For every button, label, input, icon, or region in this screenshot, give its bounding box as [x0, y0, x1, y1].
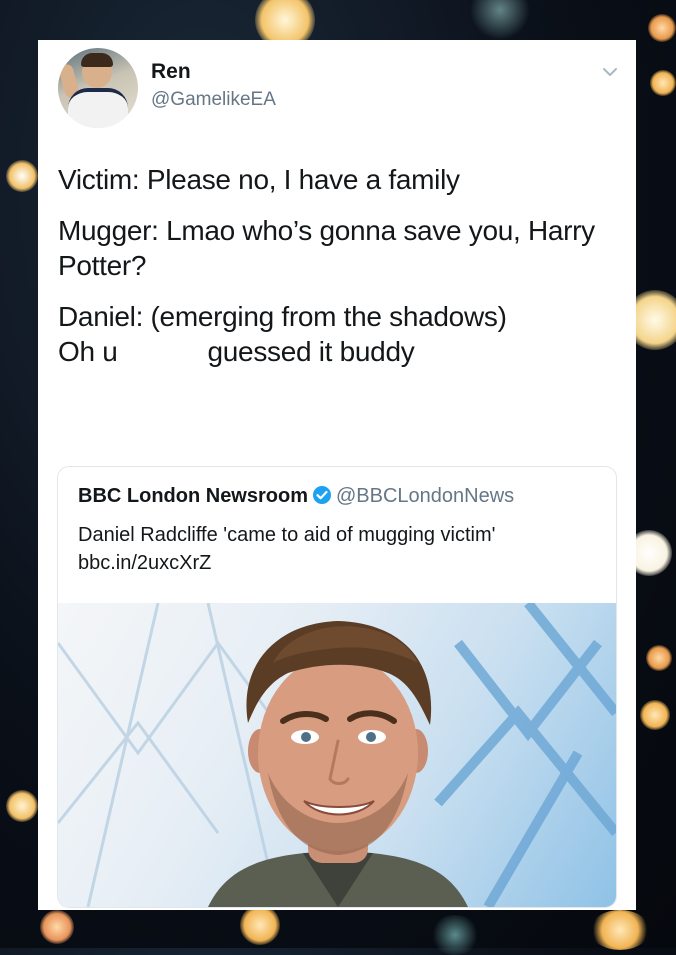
bokeh-light	[590, 910, 650, 950]
tweet-text: Victim: Please no, I have a family Mugge…	[58, 162, 623, 385]
quoted-tweet[interactable]: BBC London Newsroom @BBCLondonNews Danie…	[57, 466, 617, 908]
bokeh-light	[430, 915, 480, 955]
quoted-tweet-header: BBC London Newsroom @BBCLondonNews	[78, 485, 514, 508]
chevron-down-icon[interactable]	[600, 62, 620, 82]
tweet-line: Daniel: (emerging from the shadows)	[58, 301, 507, 332]
redaction-block	[117, 339, 208, 368]
bokeh-light	[240, 905, 280, 945]
tweet-card: Ren @GamelikeEA Victim: Please no, I hav…	[38, 40, 636, 910]
bokeh-light	[40, 910, 74, 944]
bokeh-light	[6, 790, 38, 822]
author-name[interactable]: Ren	[151, 60, 191, 84]
quoted-author-handle: @BBCLondonNews	[336, 485, 515, 507]
avatar[interactable]	[58, 48, 138, 128]
quoted-tweet-text: Daniel Radcliffe 'came to aid of mugging…	[78, 524, 496, 574]
bokeh-light	[650, 70, 676, 96]
tweet-line: Victim: Please no, I have a family	[58, 164, 460, 195]
bokeh-light	[470, 0, 530, 40]
verified-badge-icon	[313, 486, 331, 504]
bokeh-light	[6, 160, 38, 192]
quoted-tweet-photo[interactable]	[58, 603, 616, 907]
portrait-photo	[58, 603, 616, 907]
quoted-author-name: BBC London Newsroom	[78, 485, 308, 507]
author-handle[interactable]: @GamelikeEA	[151, 89, 276, 111]
tweet-line-start: Oh u	[58, 336, 118, 367]
bokeh-light	[648, 14, 676, 42]
tweet-line-end: guessed it buddy	[207, 336, 415, 367]
tweet-line-redacted: Oh u guessed it buddy	[58, 334, 623, 369]
bokeh-light	[640, 700, 670, 730]
bokeh-light	[646, 645, 672, 671]
tweet-line: Mugger: Lmao who’s gonna save you, Harry…	[58, 215, 595, 281]
